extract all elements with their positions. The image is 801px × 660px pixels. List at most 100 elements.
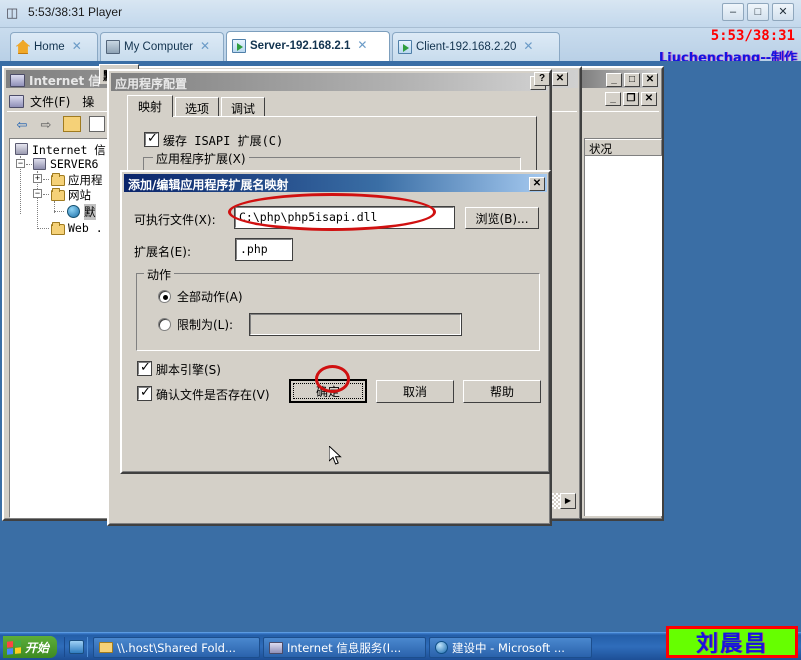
browse-button[interactable]: 浏览(B)... bbox=[465, 207, 539, 229]
server-icon bbox=[33, 158, 46, 170]
window-minimize-button[interactable]: – bbox=[722, 3, 744, 21]
tab-options[interactable]: 选项 bbox=[175, 97, 219, 117]
windows-logo-icon bbox=[7, 639, 21, 655]
folder-icon bbox=[99, 642, 113, 653]
tab-mappings[interactable]: 映射 bbox=[127, 95, 173, 117]
add-edit-help-button[interactable]: 帮助 bbox=[463, 380, 541, 403]
tab-client-192-168-2-20[interactable]: Client-192.168.2.20 ✕ bbox=[392, 32, 560, 61]
taskbar-item-ie[interactable]: 建设中 - Microsoft ... bbox=[429, 637, 592, 658]
add-edit-title: 添加/编辑应用程序扩展名映射 bbox=[128, 178, 289, 192]
tab-debugging[interactable]: 调试 bbox=[221, 97, 265, 117]
add-edit-titlebar: 添加/编辑应用程序扩展名映射 ✕ bbox=[124, 174, 547, 192]
forward-arrow-icon[interactable]: ⇨ bbox=[35, 115, 57, 135]
ie-icon bbox=[435, 641, 448, 654]
tab-server-192-168-2-1[interactable]: Server-192.168.2.1 ✕ bbox=[226, 31, 390, 62]
tree-item-server6[interactable]: SERVER6 bbox=[50, 157, 98, 171]
verify-file-exists-label: 确认文件是否存在(V) bbox=[156, 388, 270, 402]
limit-to-input[interactable] bbox=[249, 313, 462, 336]
iis-window-title: Internet 信 bbox=[29, 74, 101, 88]
iis-secondary-titlebar: _ □ ✕ bbox=[582, 70, 660, 88]
context-help-button[interactable]: ? bbox=[534, 72, 550, 86]
tab-close-icon[interactable]: ✕ bbox=[357, 38, 367, 52]
tree-item-web-service-ext[interactable]: Web . bbox=[68, 221, 103, 235]
iis-status-list[interactable]: 状况 bbox=[584, 138, 662, 516]
maximize-button[interactable]: □ bbox=[624, 73, 640, 87]
vmware-window-title: 5:53/38:31 Player bbox=[28, 5, 123, 19]
action-group bbox=[136, 273, 540, 351]
all-verbs-label: 全部动作(A) bbox=[177, 290, 243, 304]
executable-input[interactable]: C:\php\php5isapi.dll bbox=[234, 206, 455, 229]
action-group-label: 动作 bbox=[144, 266, 175, 283]
add-edit-ok-button[interactable]: 确定 bbox=[289, 379, 367, 403]
extension-label: 扩展名(E): bbox=[134, 245, 191, 259]
tree-item-websites[interactable]: 网站 bbox=[68, 187, 91, 203]
close-button[interactable]: ✕ bbox=[642, 73, 658, 87]
child-close-button[interactable]: ✕ bbox=[641, 92, 657, 106]
watermark-time: 5:53/38:31 bbox=[710, 28, 795, 44]
globe-icon bbox=[67, 205, 80, 218]
child-minimize-button[interactable]: _ bbox=[605, 92, 621, 106]
window-maximize-button[interactable]: □ bbox=[747, 3, 769, 21]
cache-isapi-checkbox[interactable] bbox=[144, 131, 159, 147]
column-header-status[interactable]: 状况 bbox=[585, 139, 662, 156]
tree-item-default-site[interactable]: 默 bbox=[84, 204, 96, 220]
minimize-button[interactable]: _ bbox=[606, 73, 622, 87]
tree-expander-app-pools[interactable]: + bbox=[33, 174, 42, 183]
computer-icon bbox=[106, 40, 120, 54]
script-engine-label: 脚本引擎(S) bbox=[156, 363, 221, 377]
vm-running-icon bbox=[398, 40, 412, 54]
child-restore-button[interactable]: ❐ bbox=[623, 92, 639, 106]
iis-secondary-toolbar bbox=[583, 111, 659, 135]
add-edit-cancel-button[interactable]: 取消 bbox=[376, 380, 454, 403]
vm-running-icon bbox=[232, 39, 246, 53]
iis-secondary-window[interactable]: _ □ ✕ _ ❐ ✕ 状况 bbox=[578, 66, 664, 521]
menu-action[interactable]: 操 bbox=[82, 95, 94, 109]
home-icon bbox=[16, 40, 30, 54]
taskbar-item-shared-folder[interactable]: \\.host\Shared Fold... bbox=[93, 637, 260, 658]
close-icon[interactable]: ✕ bbox=[529, 177, 545, 191]
taskbar-item-label: Internet 信息服务(I... bbox=[287, 640, 402, 655]
properties-icon[interactable] bbox=[89, 116, 105, 132]
computer-icon bbox=[15, 143, 28, 155]
app-config-titlebar: 应用程序配置 ✕ bbox=[111, 73, 548, 91]
show-desktop-icon[interactable] bbox=[68, 640, 84, 654]
tab-my-computer[interactable]: My Computer ✕ bbox=[100, 32, 224, 61]
iis-secondary-menubar: _ ❐ ✕ bbox=[583, 90, 659, 110]
quick-launch-bar[interactable] bbox=[64, 637, 88, 657]
scroll-right-button[interactable]: ▶ bbox=[560, 493, 576, 509]
taskbar-item-label: \\.host\Shared Fold... bbox=[117, 640, 236, 655]
iis-tree-pane[interactable]: Internet 信 − SERVER6 + 应用程 − 网站 默 Web . bbox=[9, 138, 114, 518]
watermark-name-badge: 刘晨昌 bbox=[666, 626, 798, 658]
extension-input[interactable]: .php bbox=[235, 238, 293, 261]
iis-window-icon bbox=[10, 74, 25, 87]
start-button[interactable]: 开始 bbox=[3, 636, 58, 658]
vmware-titlebar: ◫ 5:53/38:31 Player – □ ✕ bbox=[0, 0, 801, 28]
tab-close-icon[interactable]: ✕ bbox=[200, 39, 210, 53]
verify-file-exists-checkbox[interactable] bbox=[137, 385, 152, 401]
folder-icon bbox=[51, 222, 65, 235]
script-engine-checkbox[interactable] bbox=[137, 360, 152, 376]
window-close-button[interactable]: ✕ bbox=[772, 3, 794, 21]
tree-item-app-pools[interactable]: 应用程 bbox=[68, 172, 103, 188]
executable-label: 可执行文件(X): bbox=[134, 213, 216, 227]
guest-desktop: _ □ ✕ _ ❐ ✕ 状况 Internet 信 文件(F) 操 ⇦ ⇨ In… bbox=[0, 61, 801, 660]
tab-close-icon[interactable]: ✕ bbox=[72, 39, 82, 53]
up-folder-icon[interactable] bbox=[63, 116, 81, 132]
back-arrow-icon[interactable]: ⇦ bbox=[11, 115, 33, 135]
limit-to-radio[interactable] bbox=[158, 318, 171, 331]
taskbar-item-iis[interactable]: Internet 信息服务(I... bbox=[263, 637, 426, 658]
tree-expander-websites[interactable]: − bbox=[33, 189, 42, 198]
vmware-player-icon: ◫ bbox=[6, 5, 19, 20]
behind-close-button[interactable]: ✕ bbox=[552, 72, 568, 86]
folder-icon bbox=[51, 173, 65, 186]
tab-close-icon[interactable]: ✕ bbox=[523, 39, 533, 53]
tab-home[interactable]: Home ✕ bbox=[10, 32, 98, 61]
tree-expander-server[interactable]: − bbox=[16, 159, 25, 168]
limit-to-label: 限制为(L): bbox=[177, 318, 234, 332]
menu-file[interactable]: 文件(F) bbox=[30, 95, 70, 109]
tree-item-internet-info[interactable]: Internet 信 bbox=[32, 142, 106, 158]
iis-icon bbox=[269, 641, 283, 654]
add-edit-mapping-dialog[interactable]: 添加/编辑应用程序扩展名映射 ✕ 可执行文件(X): C:\php\php5is… bbox=[120, 170, 551, 474]
app-extensions-group-label: 应用程序扩展(X) bbox=[153, 150, 249, 167]
all-verbs-radio[interactable] bbox=[158, 290, 171, 303]
